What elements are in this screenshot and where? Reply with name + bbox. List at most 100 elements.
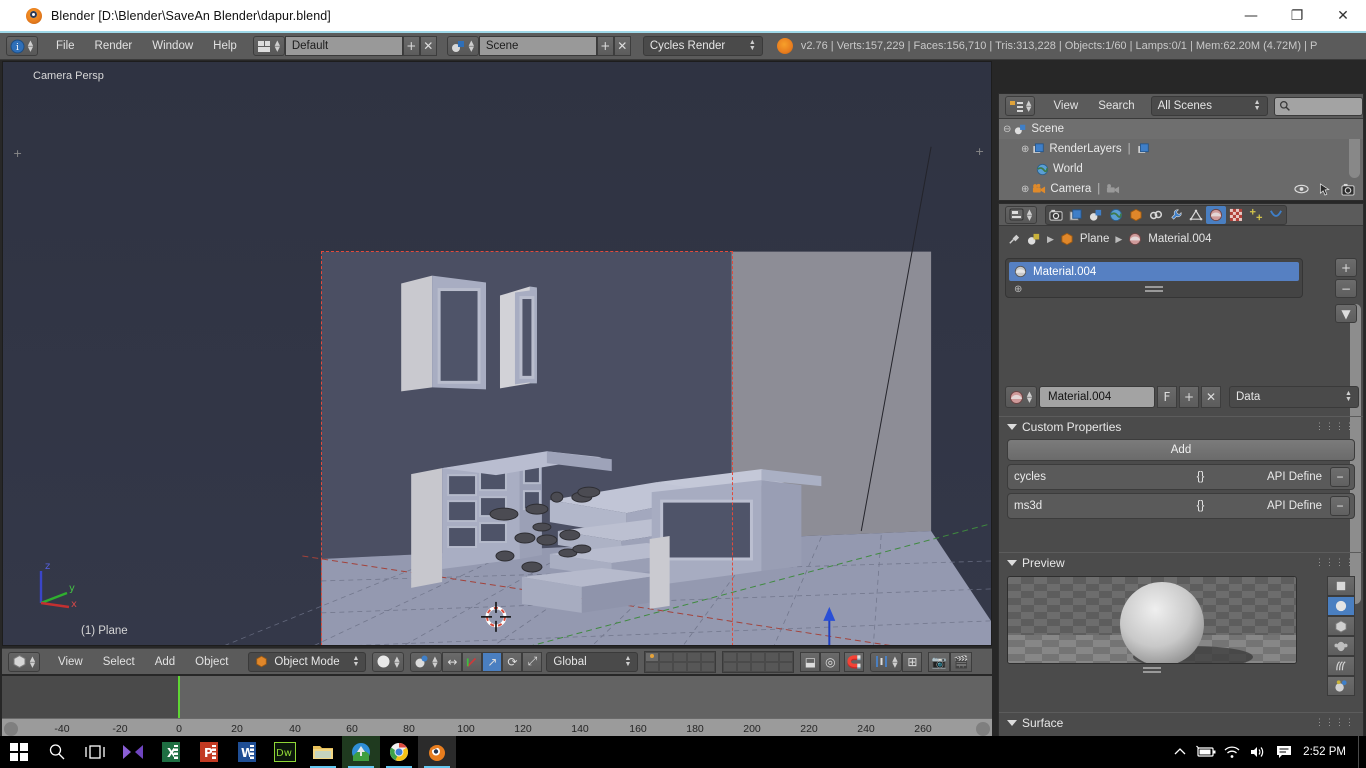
- file-explorer-button[interactable]: [304, 736, 342, 768]
- pivot-point-selector[interactable]: ▲ ▼: [410, 651, 443, 672]
- 3d-viewport[interactable]: Camera Persp (1) Plane + + z y x: [2, 61, 992, 646]
- material-specials-menu-button[interactable]: ▼: [1335, 304, 1357, 323]
- idm-button[interactable]: [342, 736, 380, 768]
- properties-body[interactable]: Material.004 ⊕ + − ▼ ▲ ▼ Material.004 F …: [999, 252, 1363, 763]
- surface-panel-header[interactable]: Surface ⋮⋮⋮⋮: [999, 712, 1363, 732]
- preview-sphere-icon[interactable]: [1327, 596, 1355, 616]
- custom-property-row[interactable]: cycles {} API Define −: [1007, 464, 1355, 490]
- browse-material-button[interactable]: ▲ ▼: [1005, 386, 1037, 408]
- expand-icon[interactable]: ⊕: [999, 184, 1032, 195]
- timeline-ruler[interactable]: -40 -20 0 20 40 60 80 100 120 140 160 18…: [2, 718, 992, 738]
- preview-panel-header[interactable]: Preview ⋮⋮⋮⋮: [999, 552, 1363, 572]
- render-engine-selector[interactable]: Cycles Render ▲ ▼: [642, 36, 763, 56]
- preview-flat-icon[interactable]: [1327, 576, 1355, 596]
- custom-property-row[interactable]: ms3d {} API Define −: [1007, 493, 1355, 519]
- outliner-item-world[interactable]: World: [999, 159, 1363, 179]
- material-name-input[interactable]: Material.004: [1039, 386, 1155, 408]
- world-tab[interactable]: [1106, 206, 1126, 224]
- opengl-render-animation-button[interactable]: 🎬: [950, 651, 973, 672]
- cursor-arrow-icon[interactable]: [1319, 182, 1331, 196]
- scene-layers[interactable]: [644, 650, 795, 673]
- custom-properties-header[interactable]: Custom Properties ⋮⋮⋮⋮: [999, 416, 1363, 436]
- unlink-material-button[interactable]: ✕: [1201, 386, 1221, 408]
- chrome-button[interactable]: [380, 736, 418, 768]
- pin-icon[interactable]: [1007, 232, 1021, 246]
- modifiers-tab[interactable]: [1166, 206, 1186, 224]
- volume-button[interactable]: [1245, 736, 1271, 768]
- transform-scale-button[interactable]: ⤢: [522, 651, 543, 672]
- preview-hair-icon[interactable]: [1327, 656, 1355, 676]
- transform-translate-button[interactable]: [462, 651, 483, 672]
- screen-layout-name[interactable]: Default: [284, 36, 403, 56]
- add-custom-property-button[interactable]: Add: [1007, 439, 1355, 461]
- timeline-playhead[interactable]: [178, 676, 180, 718]
- timeline-scroll-left-handle[interactable]: [4, 722, 18, 736]
- delete-screen-layout-button[interactable]: ✕: [419, 36, 437, 56]
- proportional-edit-button[interactable]: ◎: [820, 651, 841, 672]
- add-screen-layout-button[interactable]: +: [402, 36, 420, 56]
- properties-region-expand-icon[interactable]: +: [975, 146, 987, 158]
- menu-render[interactable]: Render: [85, 38, 143, 54]
- snap-target-button[interactable]: ⊞: [902, 651, 923, 672]
- scene-icon-button[interactable]: ▲ ▼: [446, 36, 479, 56]
- preview-resize-grip[interactable]: [1143, 667, 1161, 673]
- opengl-render-image-button[interactable]: 📷: [928, 651, 951, 672]
- object-tab[interactable]: [1126, 206, 1146, 224]
- blender-taskbar-button[interactable]: [418, 736, 456, 768]
- panel-drag-grip[interactable]: ⋮⋮⋮⋮: [1315, 557, 1355, 568]
- material-tab[interactable]: [1206, 205, 1226, 224]
- scene-name[interactable]: Scene: [478, 36, 597, 56]
- material-slot-item[interactable]: Material.004: [1009, 262, 1299, 281]
- remove-custom-property-button[interactable]: −: [1330, 496, 1350, 516]
- menu-file[interactable]: File: [46, 38, 85, 54]
- particles-tab[interactable]: [1246, 206, 1266, 224]
- data-tab[interactable]: [1186, 206, 1206, 224]
- add-material-slot-button[interactable]: +: [1335, 258, 1357, 277]
- movie-maker-button[interactable]: [114, 736, 152, 768]
- outliner-search-input[interactable]: [1273, 96, 1363, 116]
- add-scene-button[interactable]: +: [596, 36, 614, 56]
- menu-view[interactable]: View: [48, 654, 93, 670]
- show-hidden-icons-button[interactable]: [1167, 736, 1193, 768]
- custom-property-edit-label[interactable]: API Define: [1267, 500, 1322, 512]
- outliner-tree[interactable]: ⊖ Scene ⊕ RenderLayers | World ⊕ Camera …: [999, 119, 1363, 200]
- camera-render-icon[interactable]: [1341, 183, 1355, 196]
- texture-tab[interactable]: [1226, 206, 1246, 224]
- timeline-editor[interactable]: -40 -20 0 20 40 60 80 100 120 140 160 18…: [2, 676, 992, 738]
- expand-icon[interactable]: ⊕: [999, 144, 1032, 155]
- renderlayers-icon[interactable]: [1137, 142, 1150, 156]
- editor-type-selector-properties[interactable]: ▲ ▼: [1005, 205, 1037, 224]
- menu-search[interactable]: Search: [1088, 98, 1144, 114]
- scene-tab[interactable]: [1086, 206, 1106, 224]
- network-button[interactable]: [1219, 736, 1245, 768]
- snap-element-selector[interactable]: ▲ ▼: [870, 651, 903, 672]
- transform-move-button[interactable]: ↗: [482, 651, 503, 672]
- timeline-scroll-right-handle[interactable]: [976, 722, 990, 736]
- editor-type-selector-outliner[interactable]: ▲ ▼: [1005, 96, 1036, 116]
- task-view-button[interactable]: [76, 736, 114, 768]
- excel-button[interactable]: X: [152, 736, 190, 768]
- taskbar-clock[interactable]: 2:52 PM: [1297, 736, 1358, 768]
- physics-tab[interactable]: [1266, 206, 1286, 224]
- timeline-canvas[interactable]: [2, 676, 992, 718]
- constraints-tab[interactable]: [1146, 206, 1166, 224]
- menu-add[interactable]: Add: [145, 654, 185, 670]
- fake-user-button[interactable]: F: [1157, 386, 1177, 408]
- screen-layout-icon-button[interactable]: ▲ ▼: [252, 36, 285, 56]
- preview-monkey-icon[interactable]: [1327, 636, 1355, 656]
- new-material-button[interactable]: +: [1179, 386, 1199, 408]
- outliner-item-renderlayers[interactable]: ⊕ RenderLayers |: [999, 139, 1363, 159]
- menu-object[interactable]: Object: [185, 654, 238, 670]
- custom-property-edit-label[interactable]: API Define: [1267, 471, 1322, 483]
- manipulator-toggle-button[interactable]: ↔: [442, 651, 463, 672]
- action-center-button[interactable]: [1271, 736, 1297, 768]
- battery-button[interactable]: [1193, 736, 1219, 768]
- editor-type-selector-info[interactable]: i ▲ ▼: [6, 36, 38, 56]
- properties-editor[interactable]: ▲ ▼ ▶ Plane ▶ Material.004 Material.004 …: [998, 203, 1364, 764]
- add-material-slot-inline-icon[interactable]: ⊕: [1014, 284, 1022, 295]
- viewport-shading-selector[interactable]: ▲ ▼: [372, 651, 405, 672]
- datablock-type-selector[interactable]: Data ▲ ▼: [1229, 386, 1359, 408]
- menu-help[interactable]: Help: [203, 38, 247, 54]
- material-preview[interactable]: [1007, 576, 1355, 696]
- interaction-mode-selector[interactable]: Object Mode ▲ ▼: [248, 651, 367, 672]
